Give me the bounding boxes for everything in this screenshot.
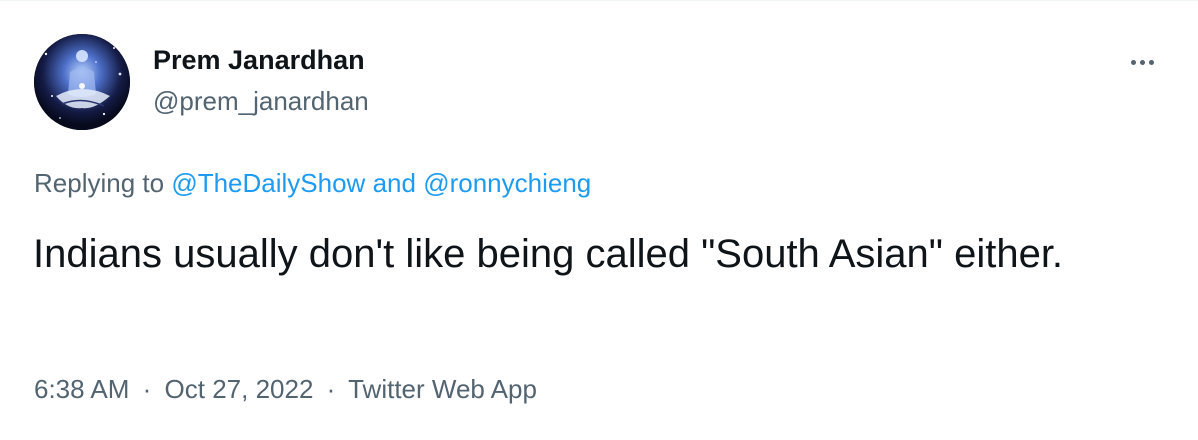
tweet-meta: 6:38 AM · Oct 27, 2022 · Twitter Web App	[34, 373, 537, 405]
avatar-image	[34, 34, 130, 130]
ellipsis-icon	[1130, 59, 1136, 65]
more-options-button[interactable]	[1120, 48, 1164, 76]
tweet-source[interactable]: Twitter Web App	[348, 374, 537, 404]
tweet-card: Prem Janardhan @prem_janardhan Replying …	[0, 0, 1198, 440]
meta-separator: ·	[142, 374, 152, 404]
reply-conjunction: and	[372, 168, 416, 198]
tweet-date[interactable]: Oct 27, 2022	[165, 374, 314, 404]
avatar[interactable]	[34, 34, 130, 130]
tweet-time[interactable]: 6:38 AM	[34, 374, 129, 404]
author-display-name[interactable]: Prem Janardhan	[153, 44, 365, 76]
ellipsis-icon	[1139, 59, 1145, 65]
meta-separator: ·	[326, 374, 336, 404]
tweet-text: Indians usually don't like being called …	[33, 232, 1064, 276]
mention-link-ronnychieng[interactable]: @ronnychieng	[423, 168, 591, 198]
reply-context: Replying to @TheDailyShow and @ronnychie…	[34, 167, 591, 199]
ellipsis-icon	[1148, 59, 1154, 65]
author-handle[interactable]: @prem_janardhan	[153, 85, 369, 117]
reply-prefix: Replying to	[34, 168, 165, 198]
mention-link-thedailyshow[interactable]: @TheDailyShow	[171, 168, 365, 198]
top-divider	[0, 0, 1198, 2]
